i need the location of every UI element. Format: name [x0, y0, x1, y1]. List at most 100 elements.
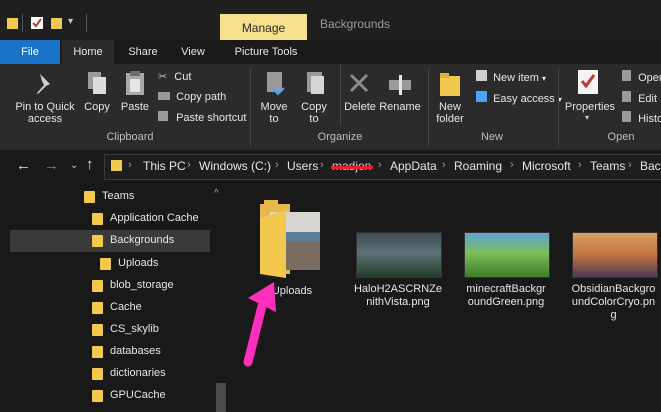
redaction-mark — [331, 166, 373, 169]
sidebar-item-cs-skylib[interactable]: CS_skylib — [10, 319, 210, 341]
breadcrumb-backgrounds[interactable]: Back — [640, 159, 661, 173]
copy-path-label: Copy path — [176, 91, 227, 103]
copy-to-icon — [304, 70, 326, 101]
open-label: Open — [638, 72, 661, 84]
history-icon — [622, 111, 631, 122]
sidebar-item-uploads[interactable]: Uploads — [10, 253, 210, 275]
edit-button[interactable]: Edit — [622, 91, 657, 105]
rename-button[interactable]: Rename — [378, 101, 422, 113]
sidebar-item-application-cache[interactable]: Application Cache — [10, 208, 210, 230]
divider — [558, 68, 559, 146]
open-icon — [622, 70, 631, 81]
new-folder-button[interactable]: New folder — [430, 101, 470, 125]
sidebar-item-label: dictionaries — [110, 367, 166, 379]
delete-icon — [348, 72, 370, 99]
easy-access-button[interactable]: Easy access ▾ — [476, 91, 562, 105]
properties-button[interactable]: Properties — [562, 101, 618, 113]
forward-arrow-icon[interactable]: → — [44, 157, 59, 174]
breadcrumb-separator: › — [378, 159, 382, 171]
tab-manage[interactable]: Manage — [220, 14, 307, 40]
history-label: Histo — [638, 113, 661, 125]
folder-icon — [100, 258, 111, 270]
divider — [428, 68, 429, 146]
new-group-label: New — [480, 131, 503, 143]
sidebar-item-dictionaries[interactable]: dictionaries — [10, 363, 210, 385]
properties-quick-icon[interactable] — [30, 16, 44, 30]
open-group-label: Open — [607, 131, 635, 143]
scroll-up-icon[interactable]: ^ — [214, 188, 219, 199]
copy-icon — [86, 70, 108, 99]
file-thumbnail-obsidian[interactable] — [572, 232, 658, 278]
divider — [86, 14, 87, 32]
sidebar-item-label: Teams — [102, 190, 135, 202]
properties-icon — [576, 68, 600, 99]
file-name-minecraft: minecraftBackgr oundGreen.png — [466, 283, 546, 308]
tab-file[interactable]: File — [0, 40, 60, 64]
copy-to-button[interactable]: Copy to — [296, 101, 332, 125]
sidebar-item-blob-storage[interactable]: blob_storage — [10, 275, 210, 297]
folder-icon — [92, 302, 103, 314]
breadcrumb-separator: › — [578, 159, 582, 171]
sidebar-item-gpucache[interactable]: GPUCache — [10, 385, 210, 407]
folder-icon — [92, 324, 103, 336]
breadcrumb-users[interactable]: Users — [287, 159, 318, 173]
breadcrumb-appdata[interactable]: AppData — [390, 159, 437, 173]
folder-icon — [6, 16, 20, 30]
paste-button[interactable]: Paste — [118, 101, 152, 113]
scissors-icon: ✂ — [158, 71, 168, 83]
sidebar-item-databases[interactable]: databases — [10, 341, 210, 363]
folder-icon — [110, 158, 124, 175]
breadcrumb-separator: › — [187, 159, 191, 171]
breadcrumb-roaming[interactable]: Roaming — [454, 159, 502, 173]
new-folder-quick-icon[interactable] — [50, 16, 64, 30]
new-item-button[interactable]: New item ▾ — [476, 70, 546, 84]
sidebar-item-teams[interactable]: Teams — [10, 186, 210, 208]
divider — [250, 68, 251, 146]
breadcrumb-windows-c[interactable]: Windows (C:) — [199, 159, 271, 173]
sidebar-scrollbar-thumb[interactable] — [216, 383, 226, 412]
breadcrumb-teams[interactable]: Teams — [590, 159, 625, 173]
tab-share[interactable]: Share — [122, 40, 164, 64]
open-button[interactable]: Open — [622, 70, 661, 84]
edit-label: Edit — [638, 93, 658, 105]
file-thumbnail-minecraft[interactable] — [464, 232, 550, 278]
breadcrumb-separator: › — [628, 159, 632, 171]
paste-shortcut-button[interactable]: Paste shortcut — [158, 111, 246, 124]
breadcrumb-separator: › — [128, 159, 132, 171]
recent-locations-chevron-icon[interactable]: ⌄ — [70, 160, 78, 171]
folder-icon — [84, 191, 95, 203]
sidebar-item-label: Backgrounds — [110, 234, 175, 246]
back-arrow-icon[interactable]: ← — [16, 157, 31, 174]
organize-group-label: Organize — [317, 131, 363, 143]
folder-icon — [92, 346, 103, 358]
sidebar-item-label: CS_skylib — [110, 323, 159, 335]
tab-home[interactable]: Home — [62, 40, 114, 64]
move-to-button[interactable]: Move to — [256, 101, 292, 125]
sidebar-item-cache[interactable]: Cache — [10, 297, 210, 319]
cut-button[interactable]: ✂ Cut — [158, 70, 191, 83]
copy-path-button[interactable]: Copy path — [158, 91, 226, 103]
delete-button[interactable]: Delete — [340, 101, 380, 113]
sidebar-item-label: blob_storage — [110, 279, 174, 291]
breadcrumb-microsoft[interactable]: Microsoft — [522, 159, 571, 173]
sidebar-item-label: GPUCache — [110, 389, 166, 401]
breadcrumb-this-pc[interactable]: This PC — [143, 159, 186, 173]
new-item-icon — [476, 70, 487, 81]
tab-view[interactable]: View — [170, 40, 216, 64]
sidebar-item-label: Cache — [110, 301, 142, 313]
file-thumbnail-halo[interactable] — [356, 232, 442, 278]
sidebar-item-backgrounds[interactable]: Backgrounds — [10, 230, 210, 252]
easy-access-label: Easy access — [493, 93, 555, 105]
up-arrow-icon[interactable]: ↑ — [86, 156, 94, 173]
customize-quick-access-icon[interactable]: ▾ — [68, 16, 82, 30]
copy-button[interactable]: Copy — [80, 101, 114, 113]
history-button[interactable]: Histo — [622, 111, 661, 125]
rename-icon — [388, 72, 412, 99]
window-title: Backgrounds — [320, 17, 391, 31]
divider — [22, 14, 23, 32]
breadcrumb-separator: › — [275, 159, 279, 171]
easy-access-icon — [476, 91, 487, 102]
tab-picture-tools[interactable]: Picture Tools — [226, 40, 306, 64]
pin-to-quick-access-button[interactable]: Pin to Quick access — [12, 101, 78, 125]
folder-icon — [92, 390, 103, 402]
